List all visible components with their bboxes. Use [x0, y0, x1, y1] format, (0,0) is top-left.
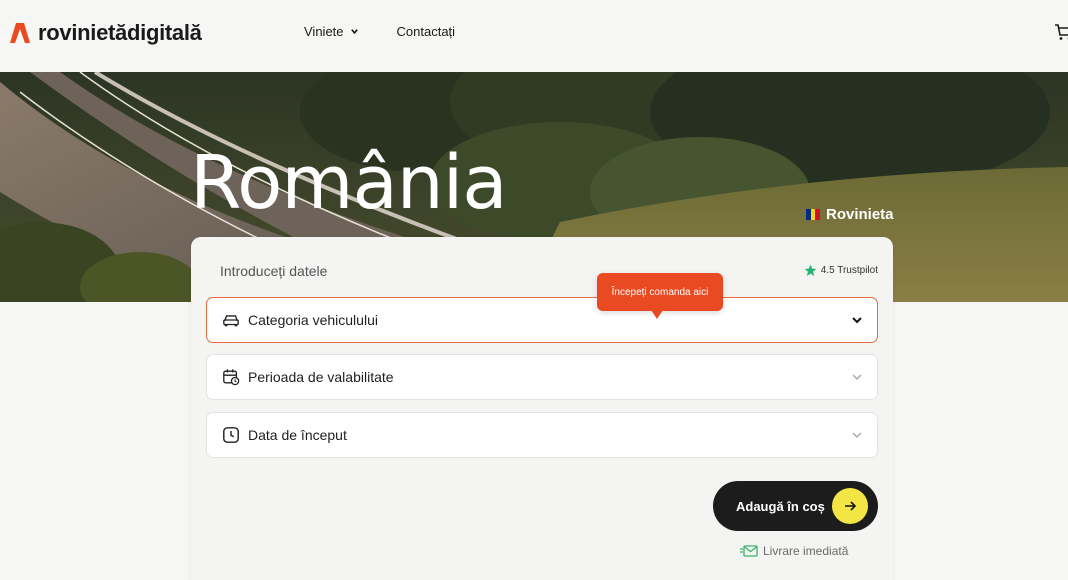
start-date-select[interactable]: Data de început — [206, 412, 878, 458]
add-to-cart-label: Adaugă în coș — [736, 498, 825, 514]
vehicle-category-select[interactable]: Categoria vehiculului — [206, 297, 878, 343]
main-nav: Viniete Contactați — [304, 24, 455, 39]
cart-icon[interactable] — [1054, 22, 1068, 42]
star-icon — [804, 264, 817, 276]
envelope-icon — [740, 545, 758, 557]
start-order-tooltip: Începeți comanda aici — [597, 273, 723, 319]
form-title: Introduceți datele — [220, 263, 328, 279]
field-label: Perioada de valabilitate — [248, 369, 394, 385]
nav-item-label: Contactați — [396, 24, 456, 39]
logo-mark-icon — [10, 23, 30, 43]
trustpilot-label: 4.5 Trustpilot — [820, 265, 878, 276]
instant-delivery-note: Livrare imediată — [740, 544, 848, 558]
delivery-label: Livrare imediată — [763, 544, 849, 558]
nav-item-label: Viniete — [304, 24, 344, 39]
clock-icon — [223, 427, 239, 443]
chevron-down-icon — [852, 374, 862, 381]
hero-title: România — [190, 140, 508, 226]
validity-period-select[interactable]: Perioada de valabilitate — [206, 354, 878, 400]
field-label: Data de început — [248, 427, 347, 443]
chevron-down-icon — [852, 317, 862, 324]
country-badge: Rovinieta — [806, 206, 894, 223]
site-header: rovinietădigitală Viniete Contactați — [0, 0, 1068, 72]
logo[interactable]: rovinietădigitală — [8, 20, 202, 46]
country-badge-label: Rovinieta — [826, 206, 894, 223]
order-form-card: Introduceți datele 4.5 Trustpilot Catego… — [191, 237, 893, 580]
calendar-icon — [223, 369, 240, 386]
chevron-down-icon — [350, 29, 358, 35]
car-icon — [223, 315, 239, 327]
romania-flag-icon — [806, 209, 821, 220]
trustpilot-rating[interactable]: 4.5 Trustpilot — [804, 264, 878, 277]
arrow-right-icon — [832, 488, 868, 524]
nav-item-viniete[interactable]: Viniete — [304, 24, 359, 39]
logo-text: rovinietădigitală — [38, 20, 202, 45]
add-to-cart-button[interactable]: Adaugă în coș — [713, 481, 878, 531]
nav-item-contactati[interactable]: Contactați — [397, 24, 456, 39]
chevron-down-icon — [852, 432, 862, 439]
field-label: Categoria vehiculului — [248, 312, 378, 328]
